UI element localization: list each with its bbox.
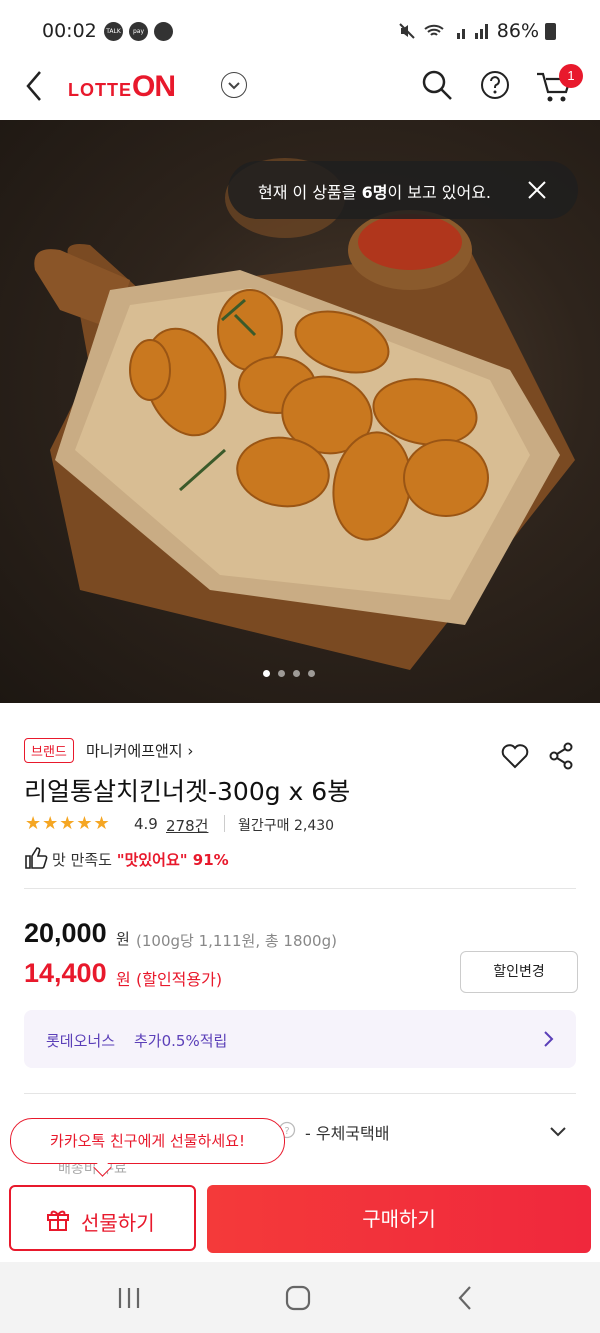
brand-tag: 브랜드 [24, 738, 74, 763]
divider [24, 888, 576, 889]
recent-apps-icon[interactable] [116, 1286, 142, 1310]
gift-icon [47, 1210, 69, 1231]
toast-suffix: 이 보고 있어요. [387, 183, 492, 202]
rating-stars: ★★★★★ [25, 813, 111, 834]
points-program: 롯데오너스 [46, 1032, 116, 1050]
toast-prefix: 현재 이 상품을 [258, 183, 362, 202]
search-icon[interactable] [420, 68, 454, 102]
wifi-icon [424, 24, 444, 36]
status-bar: 00:02 TALK pay 86% [0, 0, 600, 62]
kakaotalk-icon: TALK [104, 22, 123, 41]
chat-icon [154, 22, 173, 41]
chevron-down-icon [228, 82, 240, 90]
carousel-dot[interactable] [263, 670, 270, 677]
unit-price: (100g당 1,111원, 총 1800g) [136, 932, 337, 950]
divider [24, 1093, 576, 1094]
viewers-toast: 현재 이 상품을 6명이 보고 있어요. [228, 161, 578, 219]
sale-price: 14,400 [24, 958, 107, 988]
chevron-right-icon [544, 1031, 554, 1047]
gift-button[interactable]: 선물하기 [9, 1185, 196, 1251]
toast-count: 6명 [361, 183, 388, 202]
chevron-down-icon[interactable] [548, 1124, 568, 1140]
original-price: 20,000 [24, 918, 107, 948]
logo-suffix: ON [132, 70, 176, 103]
battery-icon [545, 22, 556, 40]
help-icon[interactable] [479, 69, 511, 101]
share-icon[interactable] [546, 741, 576, 771]
svg-text:?: ? [284, 1126, 289, 1137]
carousel-indicator [263, 670, 315, 677]
heart-icon[interactable] [500, 742, 530, 770]
signal-icon [456, 24, 488, 39]
points-benefit: 추가0.5%적립 [134, 1032, 228, 1050]
status-time: 00:02 [42, 20, 97, 42]
sale-price-label: (할인적용가) [136, 970, 223, 989]
satisfaction-label: 맛 만족도 [52, 851, 117, 869]
thumbs-up-icon [25, 847, 48, 869]
lotteon-logo[interactable]: LOTTEON [68, 70, 176, 104]
mall-switch-button[interactable] [221, 72, 247, 98]
points-banner[interactable]: 롯데오너스 추가0.5%적립 [24, 1010, 576, 1068]
battery-percent: 86% [496, 20, 539, 42]
back-icon[interactable] [455, 1284, 475, 1312]
home-icon[interactable] [284, 1284, 312, 1312]
back-arrow-icon[interactable] [22, 68, 46, 104]
review-count-link[interactable]: 278건 [166, 815, 208, 836]
buy-button[interactable]: 구매하기 [207, 1185, 591, 1253]
cart-count-badge: 1 [559, 64, 583, 88]
rating-score: 4.9 [134, 815, 158, 833]
pay-icon: pay [129, 22, 148, 41]
logo-prefix: LOTTE [68, 80, 132, 100]
monthly-sales: 월간구매 2,430 [238, 818, 335, 834]
divider [224, 815, 225, 832]
close-icon[interactable] [526, 179, 548, 201]
shipping-method: - 우체국택배 [305, 1124, 390, 1143]
product-image-carousel[interactable]: 현재 이 상품을 6명이 보고 있어요. [0, 120, 600, 703]
system-nav-bar [0, 1262, 600, 1333]
mute-icon [399, 23, 415, 39]
gift-tooltip: 카카오톡 친구에게 선물하세요! [10, 1118, 285, 1164]
brand-name: 마니커에프앤지 [86, 742, 183, 760]
carousel-dot[interactable] [308, 670, 315, 677]
app-header: LOTTEON 1 [0, 62, 600, 120]
currency-unit: 원 [116, 930, 130, 948]
currency-unit: 원 [116, 970, 131, 989]
brand-link[interactable]: 마니커에프앤지 › [86, 740, 193, 761]
carousel-dot[interactable] [293, 670, 300, 677]
carousel-dot[interactable] [278, 670, 285, 677]
status-right: 86% [397, 20, 556, 42]
notification-icons: TALK pay [104, 22, 173, 41]
change-discount-button[interactable]: 할인변경 [460, 951, 578, 993]
satisfaction-value: "맛있어요" 91% [116, 851, 229, 869]
taste-satisfaction: 맛 만족도 "맛있어요" 91% [52, 849, 229, 870]
product-title: 리얼통살치킨너겟-300g x 6봉 [24, 777, 351, 806]
gift-button-label: 선물하기 [81, 1211, 155, 1235]
